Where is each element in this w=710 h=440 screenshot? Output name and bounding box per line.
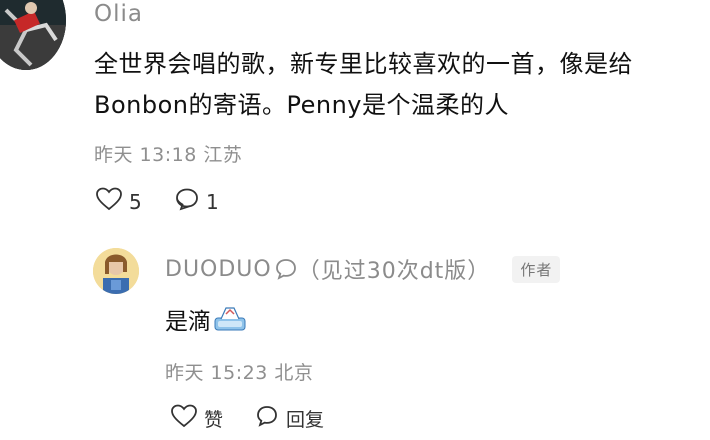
reply-meta: 昨天 15:23 北京 xyxy=(165,358,313,385)
comment-location: 江苏 xyxy=(203,144,243,166)
reply-name-row: DUODUO （见过30次dt版） 作者 xyxy=(165,253,561,285)
avatar[interactable] xyxy=(0,0,66,70)
speech-bubble-icon xyxy=(274,257,298,281)
comment-meta: 昨天 13:18 江苏 xyxy=(94,140,242,167)
comment-username[interactable]: Olia xyxy=(94,1,143,27)
comment-text: 全世界会唱的歌，新专里比较喜欢的一首，像是给Bonbon的寄语。Penny是个温… xyxy=(94,50,633,119)
author-tag: 作者 xyxy=(512,255,561,283)
reply-location: 北京 xyxy=(274,362,314,384)
heart-outline-icon xyxy=(96,187,122,216)
reply-like-button[interactable]: 赞 xyxy=(171,404,223,433)
reply-time: 昨天 15:23 xyxy=(165,362,268,384)
reply-text-row: 是滴 xyxy=(165,302,247,336)
sticker-emoji-icon xyxy=(213,304,247,334)
reply-text: 是滴 xyxy=(165,309,211,335)
like-count: 5 xyxy=(129,189,142,214)
reply-count: 1 xyxy=(206,189,219,214)
comment-time: 昨天 13:18 xyxy=(94,144,197,166)
reply-avatar[interactable] xyxy=(93,248,139,294)
reply-name-suffix: （见过30次dt版） xyxy=(297,259,491,284)
speech-bubble-icon xyxy=(255,404,279,433)
reply-reply-label: 回复 xyxy=(286,409,325,431)
reply-reply-button[interactable]: 回复 xyxy=(255,404,324,433)
speech-bubble-icon xyxy=(175,187,199,216)
like-button[interactable]: 5 xyxy=(96,187,142,216)
heart-outline-icon xyxy=(171,404,197,433)
reply-like-label: 赞 xyxy=(204,409,224,431)
reply-button[interactable]: 1 xyxy=(175,187,219,216)
reply-username[interactable]: DUODUO xyxy=(165,257,272,282)
